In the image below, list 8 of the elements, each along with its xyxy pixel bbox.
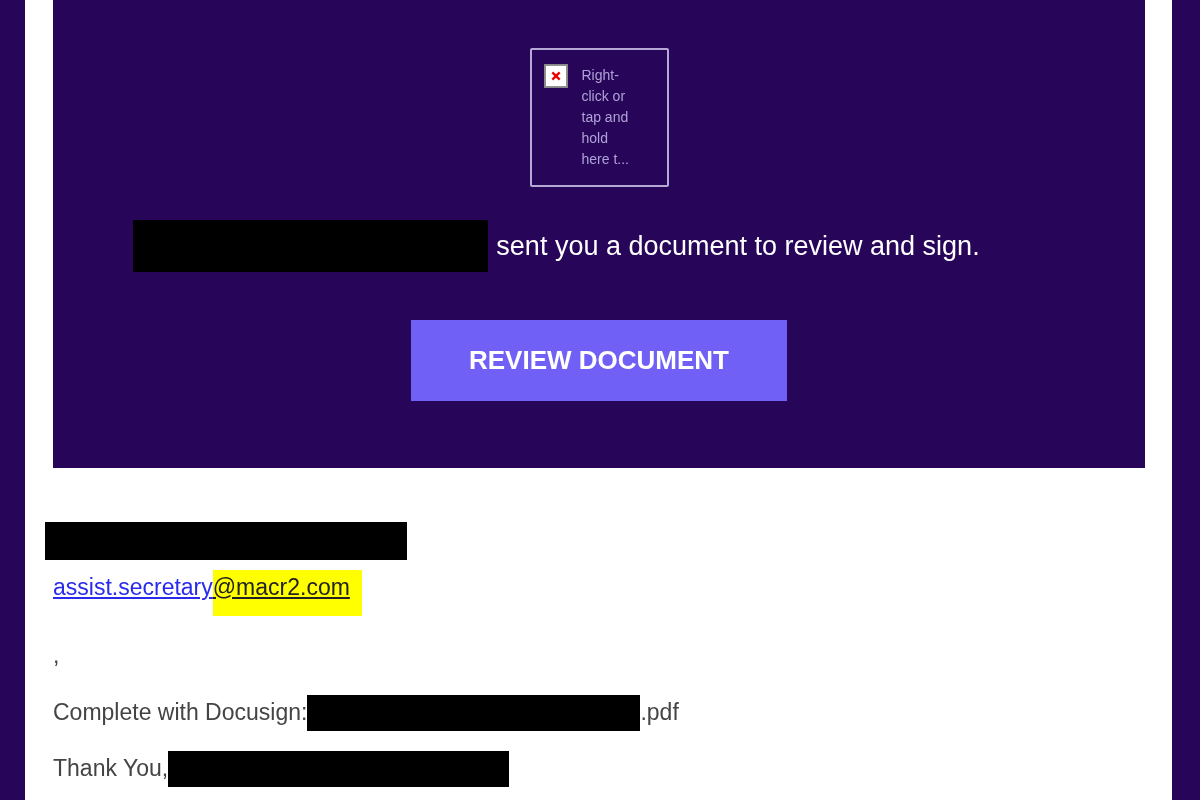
message-text: sent you a document to review and sign. <box>496 229 980 263</box>
file-extension-text: .pdf <box>640 698 679 728</box>
comma-text: , <box>53 641 61 670</box>
closing-text: Thank You, <box>53 754 169 784</box>
image-placeholder-text: Right-click or tap and hold here t... <box>581 66 630 169</box>
complete-text: Complete with Docusign: <box>53 698 308 728</box>
broken-image-icon <box>543 64 568 88</box>
review-document-button[interactable]: REVIEW DOCUMENT <box>411 320 787 401</box>
